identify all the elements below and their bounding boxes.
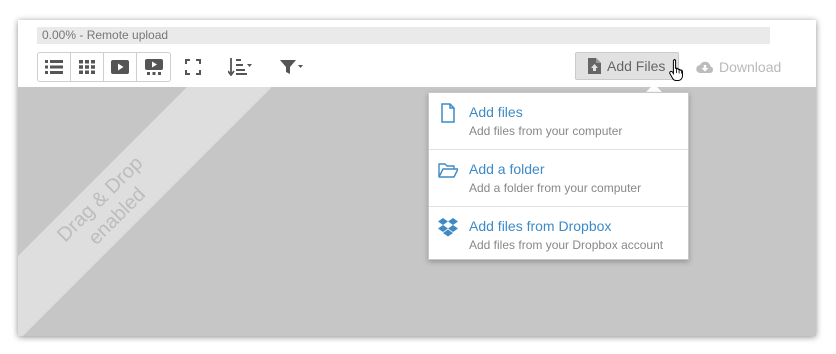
folder-open-icon xyxy=(438,163,458,178)
download-label: Download xyxy=(719,59,782,75)
menu-item-title: Add files xyxy=(469,104,523,120)
progress-text: 0.00% - Remote upload xyxy=(42,28,169,42)
dropbox-icon xyxy=(438,218,458,237)
upload-progress-bar: 0.00% - Remote upload xyxy=(37,27,770,44)
grid-view-icon xyxy=(79,60,95,74)
menu-item-subtitle: Add a folder from your computer xyxy=(469,181,642,195)
filter-icon xyxy=(280,60,303,74)
play-icon xyxy=(111,60,129,74)
add-files-label: Add Files xyxy=(607,58,666,74)
video-view-button[interactable] xyxy=(104,53,137,81)
sort-icon xyxy=(228,58,252,76)
menu-item-add-files[interactable]: Add files Add files from your computer xyxy=(429,93,688,150)
sort-button[interactable] xyxy=(224,54,256,80)
file-icon xyxy=(441,103,455,123)
file-upload-icon xyxy=(588,58,601,74)
fullscreen-icon xyxy=(185,59,201,75)
list-view-button[interactable] xyxy=(38,53,71,81)
drag-drop-ribbon: Drag & Drop enabled xyxy=(18,87,272,336)
slideshow-icon xyxy=(144,59,163,75)
menu-item-add-dropbox[interactable]: Add files from Dropbox Add files from yo… xyxy=(429,207,688,263)
fullscreen-button[interactable] xyxy=(177,54,209,80)
menu-item-add-folder[interactable]: Add a folder Add a folder from your comp… xyxy=(429,150,688,207)
menu-item-subtitle: Add files from your Dropbox account xyxy=(469,238,664,252)
filter-button[interactable] xyxy=(276,54,308,80)
menu-item-title: Add a folder xyxy=(469,161,545,177)
add-files-dropdown-menu: Add files Add files from your computer A… xyxy=(428,92,689,260)
cloud-download-icon xyxy=(696,61,714,74)
download-button[interactable]: Download xyxy=(696,54,781,80)
list-view-icon xyxy=(45,60,63,74)
grid-view-button[interactable] xyxy=(71,53,104,81)
toolbar: Add Files Download xyxy=(18,48,816,86)
drop-area[interactable]: Drag & Drop enabled xyxy=(18,87,816,336)
menu-item-title: Add files from Dropbox xyxy=(469,218,612,234)
file-manager-window: 0.00% - Remote upload Add Files Download… xyxy=(18,20,816,336)
slideshow-view-button[interactable] xyxy=(137,53,170,81)
view-button-group xyxy=(37,52,171,82)
add-files-button[interactable]: Add Files xyxy=(575,52,679,80)
hand-cursor-icon xyxy=(669,59,684,81)
menu-item-subtitle: Add files from your computer xyxy=(469,124,623,138)
